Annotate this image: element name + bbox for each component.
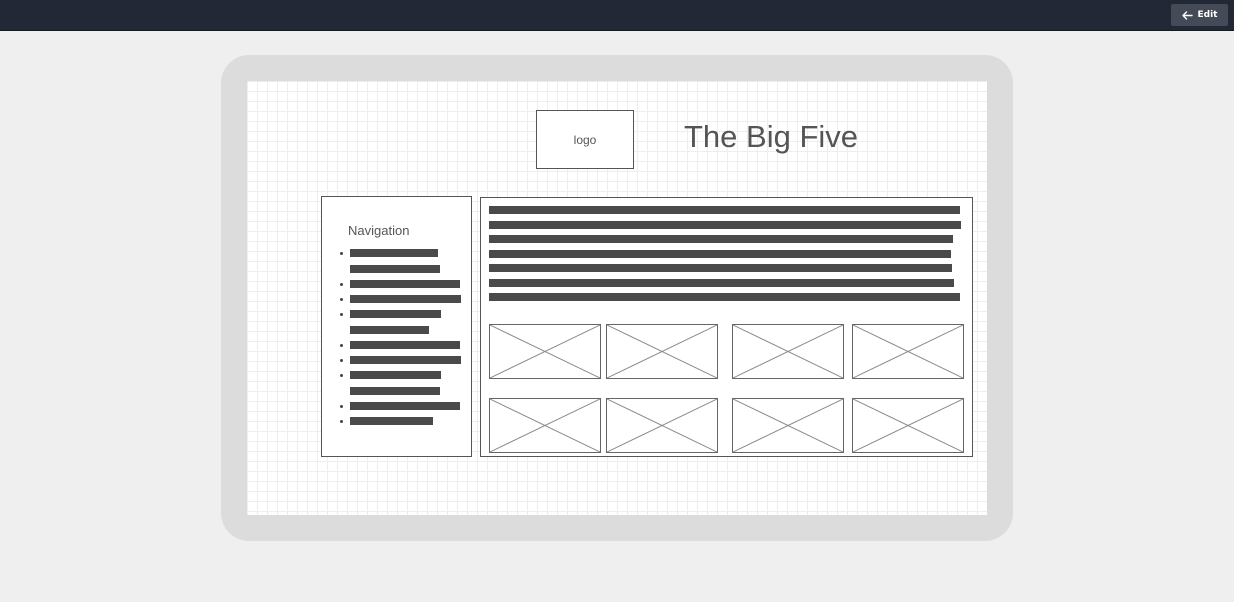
image-placeholder bbox=[606, 398, 718, 453]
nav-item-text bbox=[350, 249, 438, 257]
navigation-panel: Navigation bbox=[321, 196, 472, 457]
image-placeholder bbox=[489, 398, 601, 453]
content-text-line bbox=[489, 206, 960, 214]
nav-item-bullet bbox=[340, 283, 343, 286]
nav-item-text bbox=[350, 417, 433, 425]
content-text-line bbox=[489, 235, 953, 243]
nav-item-bullet bbox=[340, 298, 343, 301]
navigation-list bbox=[322, 197, 471, 456]
image-placeholder bbox=[852, 398, 964, 453]
nav-item-bullet bbox=[340, 420, 343, 423]
content-panel bbox=[480, 197, 973, 457]
nav-item-bullet bbox=[340, 252, 343, 255]
edit-button-label: Edit bbox=[1197, 10, 1218, 20]
edit-button[interactable]: Edit bbox=[1171, 4, 1228, 26]
nav-item-bullet bbox=[340, 359, 343, 362]
nav-item-text bbox=[350, 341, 460, 349]
nav-item-text bbox=[350, 280, 460, 288]
image-placeholder bbox=[732, 398, 844, 453]
content-text-line bbox=[489, 250, 951, 258]
image-placeholder bbox=[606, 324, 718, 379]
nav-item-text bbox=[350, 265, 440, 273]
top-toolbar: Edit bbox=[0, 0, 1234, 31]
content-text-line bbox=[489, 293, 960, 301]
nav-item-text bbox=[350, 402, 460, 410]
nav-item-bullet bbox=[340, 374, 343, 377]
content-text-line bbox=[489, 221, 961, 229]
nav-item-text bbox=[350, 310, 441, 318]
nav-item-text bbox=[350, 295, 461, 303]
image-placeholder bbox=[489, 324, 601, 379]
nav-item-text bbox=[350, 356, 461, 364]
logo-label: logo bbox=[573, 132, 597, 147]
nav-item-bullet bbox=[340, 344, 343, 347]
nav-item-text bbox=[350, 371, 441, 379]
arrow-left-icon bbox=[1181, 10, 1193, 20]
wireframe-canvas: logo The Big Five Navigation bbox=[247, 81, 987, 515]
page-title: The Big Five bbox=[684, 119, 859, 154]
content-text-line bbox=[489, 264, 952, 272]
image-placeholder bbox=[732, 324, 844, 379]
image-placeholder bbox=[852, 324, 964, 379]
logo-placeholder: logo bbox=[536, 110, 634, 169]
content-text-line bbox=[489, 279, 954, 287]
nav-item-text bbox=[350, 387, 440, 395]
nav-item-bullet bbox=[340, 405, 343, 408]
nav-item-bullet bbox=[340, 313, 343, 316]
nav-item-text bbox=[350, 326, 429, 334]
